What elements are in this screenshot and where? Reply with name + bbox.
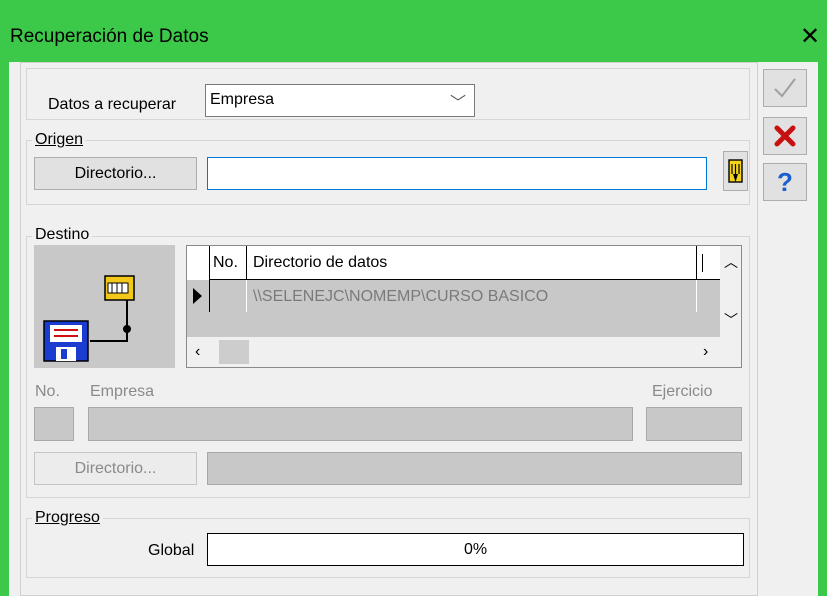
grid-divider xyxy=(209,246,210,280)
origen-title-text: Origen xyxy=(35,131,84,148)
question-icon: ? xyxy=(777,166,793,197)
empresa-field xyxy=(88,407,633,441)
close-icon[interactable]: ✕ xyxy=(795,22,825,52)
progress-text: 0% xyxy=(463,541,488,558)
window-title: Recuperación de Datos xyxy=(10,26,209,47)
empresa-label: Empresa xyxy=(90,383,155,400)
destino-title: Destino xyxy=(32,226,93,244)
browse-button[interactable] xyxy=(723,151,748,191)
row-directorio: \\SELENEJC\NOMEMP\CURSO BASICO xyxy=(253,288,549,305)
grid-divider xyxy=(246,246,247,280)
grid-header-row: No. Directorio de datos xyxy=(209,246,720,280)
grid-divider xyxy=(246,280,247,312)
progreso-title: Progreso xyxy=(32,509,103,527)
cancel-button[interactable] xyxy=(763,117,807,155)
global-progress-bar: 0% xyxy=(207,533,744,566)
horizontal-scrollbar[interactable]: ‹ › xyxy=(187,337,741,367)
grid-divider xyxy=(696,280,697,312)
grid-divider xyxy=(696,246,697,280)
vertical-scrollbar[interactable]: ︿ ﹀ xyxy=(720,246,741,337)
red-x-icon xyxy=(774,125,796,147)
pointing-hand-icon xyxy=(728,159,743,183)
progreso-title-text: Progreso xyxy=(35,509,100,526)
datos-label: Datos a recuperar xyxy=(48,96,177,113)
ejercicio-field xyxy=(646,407,742,441)
destino-path-field xyxy=(207,452,742,485)
scroll-down-icon[interactable]: ﹀ xyxy=(724,310,738,330)
grid-divider xyxy=(209,280,210,312)
destino-illustration xyxy=(34,245,175,368)
origen-title: Origen xyxy=(32,131,87,149)
ok-button[interactable] xyxy=(763,69,807,107)
origen-path-input[interactable] xyxy=(207,157,707,190)
scroll-thumb[interactable] xyxy=(219,340,249,364)
grid-header-cut xyxy=(702,254,703,272)
network-disk-icon xyxy=(43,275,135,362)
title-bar: Recuperación de Datos ✕ xyxy=(0,0,827,62)
checkmark-icon xyxy=(774,78,796,98)
destino-directorio-button[interactable]: Directorio... xyxy=(34,452,197,485)
no-field xyxy=(34,407,74,441)
ejercicio-label: Ejercicio xyxy=(652,383,713,400)
table-row[interactable]: \\SELENEJC\NOMEMP\CURSO BASICO xyxy=(187,280,720,312)
row-pointer-icon xyxy=(193,288,202,304)
grid-header-directorio[interactable]: Directorio de datos xyxy=(253,254,387,272)
destino-grid[interactable]: No. Directorio de datos \\SELENEJC\NOMEM… xyxy=(186,245,742,368)
datos-select-value: Empresa xyxy=(210,91,275,108)
grid-empty-area xyxy=(187,312,720,337)
no-label: No. xyxy=(35,383,60,400)
scroll-up-icon[interactable]: ︿ xyxy=(724,252,738,272)
origen-directorio-button[interactable]: Directorio... xyxy=(34,157,197,190)
scroll-left-icon[interactable]: ‹ xyxy=(195,343,200,361)
chevron-down-icon: ﹀ xyxy=(449,95,466,112)
datos-select[interactable]: Empresa ﹀ xyxy=(205,84,475,117)
global-label: Global xyxy=(148,542,195,559)
grid-header-no[interactable]: No. xyxy=(213,254,238,272)
help-button[interactable]: ? xyxy=(763,163,807,201)
scroll-right-icon[interactable]: › xyxy=(703,343,708,361)
